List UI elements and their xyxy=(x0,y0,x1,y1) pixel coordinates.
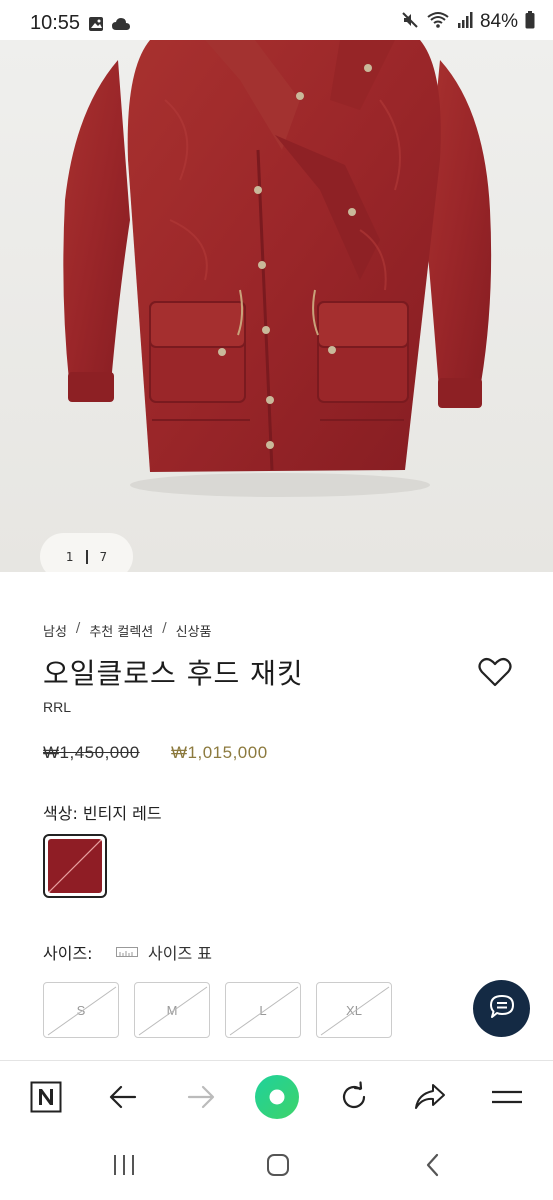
forward-arrow-icon[interactable] xyxy=(183,1079,219,1115)
pager-separator xyxy=(85,549,88,564)
size-label: 사이즈: xyxy=(43,944,93,963)
breadcrumb-link-men[interactable]: 남성 xyxy=(43,621,67,640)
product-image xyxy=(0,40,553,572)
image-icon xyxy=(88,16,104,36)
product-title: 오일클로스 후드 재킷 xyxy=(43,657,304,690)
cloud-icon xyxy=(111,16,131,36)
product-image-carousel[interactable]: 1 7 xyxy=(0,40,553,572)
refresh-icon[interactable] xyxy=(336,1079,372,1115)
status-bar: 10:55 84% xyxy=(0,0,553,40)
browser-toolbar xyxy=(0,1060,553,1132)
battery-icon xyxy=(525,11,535,33)
wishlist-heart-icon[interactable] xyxy=(478,656,512,688)
size-option-m[interactable]: M xyxy=(134,982,210,1038)
share-icon[interactable] xyxy=(412,1079,448,1115)
home-green-icon[interactable] xyxy=(254,1074,300,1120)
size-options: S M L XL xyxy=(43,982,392,1038)
system-nav-bar xyxy=(0,1132,553,1200)
breadcrumb: 남성 / 추천 컬렉션 / 신상품 xyxy=(43,621,212,640)
color-label: 색상: 빈티지 레드 xyxy=(43,804,162,823)
signal-icon xyxy=(457,11,473,33)
naver-n-icon[interactable] xyxy=(28,1079,64,1115)
breadcrumb-link-collection[interactable]: 추천 컬렉션 xyxy=(89,621,153,640)
breadcrumb-separator: / xyxy=(75,621,81,636)
mute-icon xyxy=(401,11,419,33)
battery-percent: 84% xyxy=(479,11,518,32)
back-icon[interactable] xyxy=(418,1150,448,1180)
breadcrumb-link-new[interactable]: 신상품 xyxy=(176,621,212,640)
recent-apps-icon[interactable] xyxy=(109,1150,139,1180)
size-option-l[interactable]: L xyxy=(225,982,301,1038)
size-chart-label: 사이즈 표 xyxy=(148,944,212,963)
gallery-pager: 1 7 xyxy=(40,533,133,572)
color-swatch-vintage-red[interactable] xyxy=(43,834,107,898)
ruler-icon xyxy=(116,947,138,957)
wifi-icon xyxy=(426,11,450,33)
price-sale: ₩1,015,000 xyxy=(171,743,268,762)
swatch-fill xyxy=(48,839,102,893)
chat-bubble-icon xyxy=(487,992,517,1026)
size-option-xl[interactable]: XL xyxy=(316,982,392,1038)
menu-icon[interactable] xyxy=(489,1079,525,1115)
chat-button[interactable] xyxy=(473,980,530,1037)
size-option-s[interactable]: S xyxy=(43,982,119,1038)
pager-current: 1 xyxy=(65,549,74,564)
price-original: ₩1,450,000 xyxy=(43,743,140,762)
product-brand: RRL xyxy=(43,699,72,715)
home-icon[interactable] xyxy=(263,1150,293,1180)
size-chart-link[interactable]: 사이즈 표 xyxy=(116,940,212,964)
status-time: 10:55 xyxy=(30,12,81,34)
pager-total: 7 xyxy=(99,549,108,564)
back-arrow-icon[interactable] xyxy=(105,1079,141,1115)
breadcrumb-separator: / xyxy=(162,621,167,636)
